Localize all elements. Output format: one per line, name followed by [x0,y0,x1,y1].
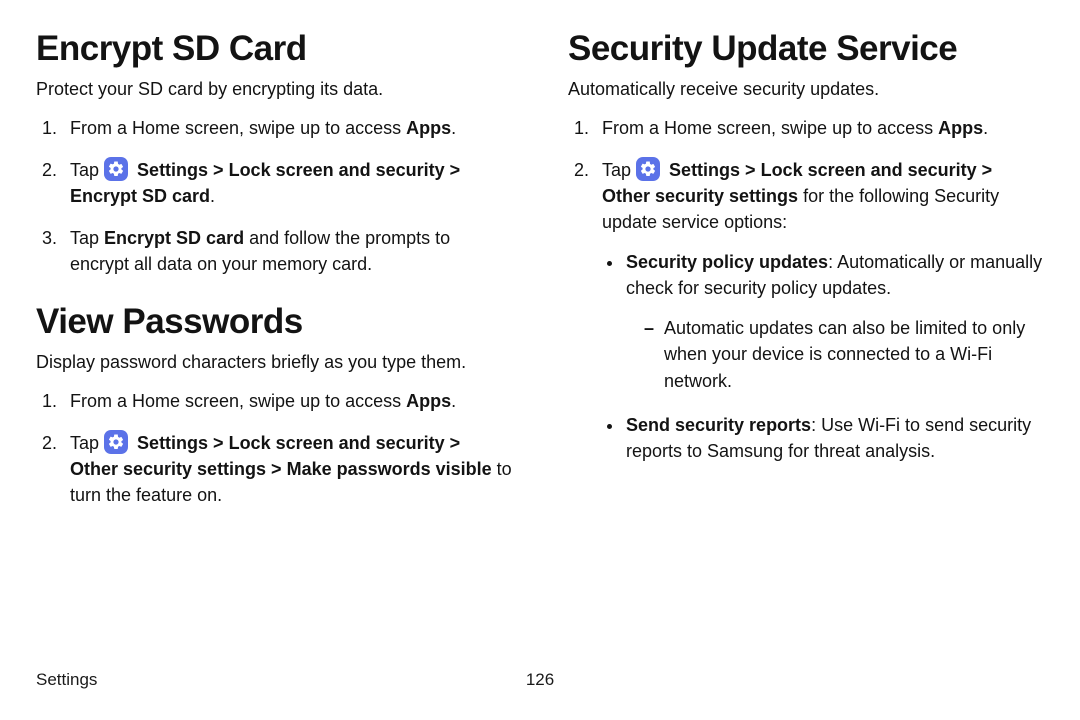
heading-view-passwords: View Passwords [36,303,512,342]
left-column: Encrypt SD Card Protect your SD card by … [36,30,512,670]
text: . [451,391,456,411]
lead-security-update: Automatically receive security updates. [568,77,1044,101]
lead-encrypt-sd: Protect your SD card by encrypting its d… [36,77,512,101]
text: . [451,118,456,138]
settings-icon [636,157,660,181]
bold: Apps [406,391,451,411]
text: . [210,186,215,206]
text: Tap [70,160,104,180]
right-column: Security Update Service Automatically re… [568,30,1044,670]
footer-section: Settings [36,670,97,690]
bold: Encrypt SD card [104,228,244,248]
steps-view-passwords: From a Home screen, swipe up to access A… [36,388,512,508]
settings-icon [104,157,128,181]
bullet-list: Security policy updates: Automatically o… [602,249,1044,464]
bold: Security policy updates [626,252,828,272]
footer-page-number: 126 [526,670,554,690]
step-item: Tap Settings > Lock screen and security … [62,157,512,209]
bold: Settings > Lock screen and security > En… [70,160,460,206]
bold: Send security reports [626,415,811,435]
text: . [983,118,988,138]
step-item: Tap Settings > Lock screen and security … [594,157,1044,464]
bullet-item: Send security reports: Use Wi-Fi to send… [624,412,1044,464]
text: From a Home screen, swipe up to access [602,118,938,138]
bullet-item: Security policy updates: Automatically o… [624,249,1044,393]
text: Tap [602,160,636,180]
heading-encrypt-sd: Encrypt SD Card [36,30,512,69]
text: Tap [70,433,104,453]
bold: Apps [938,118,983,138]
step-item: Tap Settings > Lock screen and security … [62,430,512,508]
step-item: From a Home screen, swipe up to access A… [594,115,1044,141]
sub-item: Automatic updates can also be limited to… [644,315,1044,393]
step-item: Tap Encrypt SD card and follow the promp… [62,225,512,277]
steps-encrypt-sd: From a Home screen, swipe up to access A… [36,115,512,277]
text: From a Home screen, swipe up to access [70,118,406,138]
bold: Settings > Lock screen and security > Ot… [70,433,492,479]
heading-security-update: Security Update Service [568,30,1044,69]
lead-view-passwords: Display password characters briefly as y… [36,350,512,374]
sub-list: Automatic updates can also be limited to… [626,315,1044,393]
text: From a Home screen, swipe up to access [70,391,406,411]
steps-security-update: From a Home screen, swipe up to access A… [568,115,1044,464]
settings-icon [104,430,128,454]
section-view-passwords: View Passwords Display password characte… [36,303,512,508]
page-footer: Settings 126 [0,670,1080,708]
text: Tap [70,228,104,248]
bold: Apps [406,118,451,138]
step-item: From a Home screen, swipe up to access A… [62,388,512,414]
page-body: Encrypt SD Card Protect your SD card by … [0,0,1080,670]
step-item: From a Home screen, swipe up to access A… [62,115,512,141]
